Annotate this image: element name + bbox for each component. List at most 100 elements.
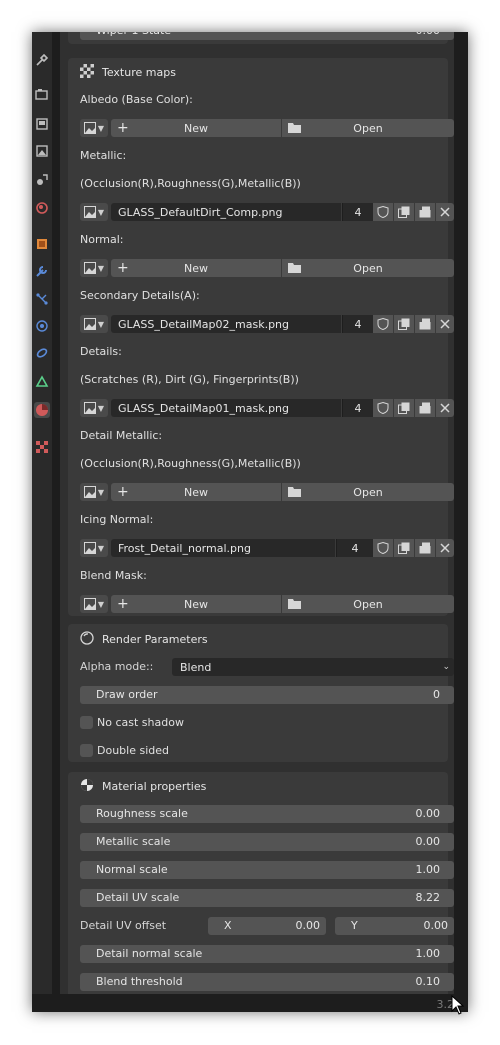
icing-normal-users-count[interactable]: 4 <box>336 539 373 557</box>
output-tab-icon[interactable] <box>34 116 50 132</box>
image-browse-button[interactable]: ▼ <box>80 315 108 333</box>
folder-icon <box>288 599 301 609</box>
blend-mask-new-button[interactable]: + New <box>111 595 281 613</box>
wiper-state-slider[interactable]: Wiper 1 State 0.00 <box>80 32 454 40</box>
folder-icon <box>288 487 301 497</box>
duplicate-icon[interactable] <box>394 539 414 557</box>
pack-image-icon[interactable] <box>415 315 435 333</box>
fake-user-shield-icon[interactable] <box>373 315 393 333</box>
normal-new-button[interactable]: + New <box>111 259 281 277</box>
details-label: Details: <box>80 345 122 358</box>
metallic-row: ▼ GLASS_DefaultDirt_Comp.png 4 <box>80 203 454 221</box>
image-icon <box>83 402 96 414</box>
unlink-close-icon[interactable] <box>436 539 454 557</box>
metallic-sublabel: (Occlusion(R),Roughness(G),Metallic(B)) <box>80 177 301 190</box>
image-icon <box>83 206 96 218</box>
no-cast-shadow-checkbox[interactable] <box>80 716 93 729</box>
double-sided-row: Double sided <box>80 742 454 760</box>
modifier-tab-icon[interactable] <box>34 263 50 279</box>
secondary-details-label: Secondary Details(A): <box>80 289 200 302</box>
secondary-details-users-count[interactable]: 4 <box>342 315 373 333</box>
metallic-scale-slider[interactable]: Metallic scale 0.00 <box>80 833 454 851</box>
unlink-close-icon[interactable] <box>436 203 454 221</box>
fake-user-shield-icon[interactable] <box>373 539 393 557</box>
blend-mask-open-button[interactable]: Open <box>282 595 454 613</box>
particles-tab-icon[interactable] <box>34 291 50 307</box>
physics-tab-icon[interactable] <box>34 318 50 334</box>
material-properties-title: Material properties <box>102 780 207 793</box>
texture-tab-icon[interactable] <box>34 439 50 455</box>
wiper-state-row[interactable]: Wiper 1 State 0.00 <box>80 32 454 40</box>
object-tab-icon[interactable] <box>34 236 50 252</box>
detail-uv-offset-row: Detail UV offset X 0.00 Y 0.00 <box>80 917 454 935</box>
duplicate-icon[interactable] <box>394 315 414 333</box>
material-tab-icon[interactable] <box>34 402 50 418</box>
folder-icon <box>288 123 301 133</box>
roughness-scale-slider[interactable]: Roughness scale 0.00 <box>80 805 454 823</box>
properties-window: Wiper 1 State 0.00 Texture maps Albedo (… <box>32 32 468 1012</box>
image-browse-button[interactable]: ▼ <box>80 399 108 417</box>
properties-editor[interactable]: Wiper 1 State 0.00 Texture maps Albedo (… <box>60 32 454 994</box>
albedo-open-button[interactable]: Open <box>282 119 454 137</box>
render-parameters-header[interactable]: Render Parameters <box>80 631 208 648</box>
fake-user-shield-icon[interactable] <box>373 203 393 221</box>
duplicate-icon[interactable] <box>394 399 414 417</box>
view-layer-tab-icon[interactable] <box>34 143 50 159</box>
metallic-file-field[interactable]: GLASS_DefaultDirt_Comp.png <box>111 203 341 221</box>
image-icon <box>83 486 96 498</box>
detail-uv-offset-label: Detail UV offset <box>80 919 167 932</box>
details-file-field[interactable]: GLASS_DetailMap01_mask.png <box>111 399 341 417</box>
alpha-mode-label: Alpha mode:: <box>80 660 154 673</box>
fake-user-shield-icon[interactable] <box>373 399 393 417</box>
image-browse-button[interactable]: ▼ <box>80 119 108 137</box>
detail-metallic-sublabel: (Occlusion(R),Roughness(G),Metallic(B)) <box>80 457 301 470</box>
draw-order-value: 0 <box>433 688 440 701</box>
render-tab-icon[interactable] <box>34 86 50 102</box>
tool-tab-icon[interactable] <box>34 52 50 68</box>
normal-row: ▼ + New Open <box>80 259 454 277</box>
normal-scale-slider[interactable]: Normal scale 1.00 <box>80 861 454 879</box>
texture-maps-title: Texture maps <box>102 66 176 79</box>
chevron-down-icon: ▼ <box>97 123 105 133</box>
blend-mask-row: ▼ + New Open <box>80 595 454 613</box>
chevron-down-icon: ▼ <box>97 599 105 609</box>
normal-open-button[interactable]: Open <box>282 259 454 277</box>
albedo-new-button[interactable]: + New <box>111 119 281 137</box>
pack-image-icon[interactable] <box>415 399 435 417</box>
alpha-mode-dropdown[interactable]: Blend ⌄ <box>172 658 454 676</box>
image-browse-button[interactable]: ▼ <box>80 539 108 557</box>
unlink-close-icon[interactable] <box>436 315 454 333</box>
draw-order-field[interactable]: Draw order 0 <box>80 686 454 704</box>
pack-image-icon[interactable] <box>415 203 435 221</box>
material-properties-header[interactable]: Material properties <box>80 778 206 795</box>
draw-order-row: Draw order 0 <box>80 686 454 704</box>
folder-icon <box>288 263 301 273</box>
detail-uv-offset-y-field[interactable]: Y 0.00 <box>335 917 454 935</box>
icing-normal-row: ▼ Frost_Detail_normal.png 4 <box>80 539 454 557</box>
pack-image-icon[interactable] <box>415 539 435 557</box>
icing-normal-file-field[interactable]: Frost_Detail_normal.png <box>111 539 335 557</box>
double-sided-checkbox[interactable] <box>80 744 93 757</box>
detail-uv-scale-slider[interactable]: Detail UV scale 8.22 <box>80 889 454 907</box>
data-tab-icon[interactable] <box>34 374 50 390</box>
unlink-close-icon[interactable] <box>436 399 454 417</box>
image-browse-button[interactable]: ▼ <box>80 483 108 501</box>
image-browse-button[interactable]: ▼ <box>80 259 108 277</box>
world-tab-icon[interactable] <box>34 200 50 216</box>
detail-normal-scale-slider[interactable]: Detail normal scale 1.00 <box>80 945 454 963</box>
texture-maps-header[interactable]: Texture maps <box>80 64 176 81</box>
scene-tab-icon[interactable] <box>34 172 50 188</box>
properties-tab-strip <box>32 32 52 1000</box>
blend-threshold-slider[interactable]: Blend threshold 0.10 <box>80 973 454 991</box>
details-users-count[interactable]: 4 <box>342 399 373 417</box>
image-browse-button[interactable]: ▼ <box>80 203 108 221</box>
duplicate-icon[interactable] <box>394 203 414 221</box>
secondary-details-file-field[interactable]: GLASS_DetailMap02_mask.png <box>111 315 341 333</box>
detail-uv-offset-x-field[interactable]: X 0.00 <box>208 917 326 935</box>
metallic-users-count[interactable]: 4 <box>342 203 373 221</box>
image-browse-button[interactable]: ▼ <box>80 595 108 613</box>
detail-uv-scale-row: Detail UV scale 8.22 <box>80 889 454 907</box>
detail-metallic-new-button[interactable]: + New <box>111 483 281 501</box>
detail-metallic-open-button[interactable]: Open <box>282 483 454 501</box>
constraints-tab-icon[interactable] <box>34 345 50 361</box>
